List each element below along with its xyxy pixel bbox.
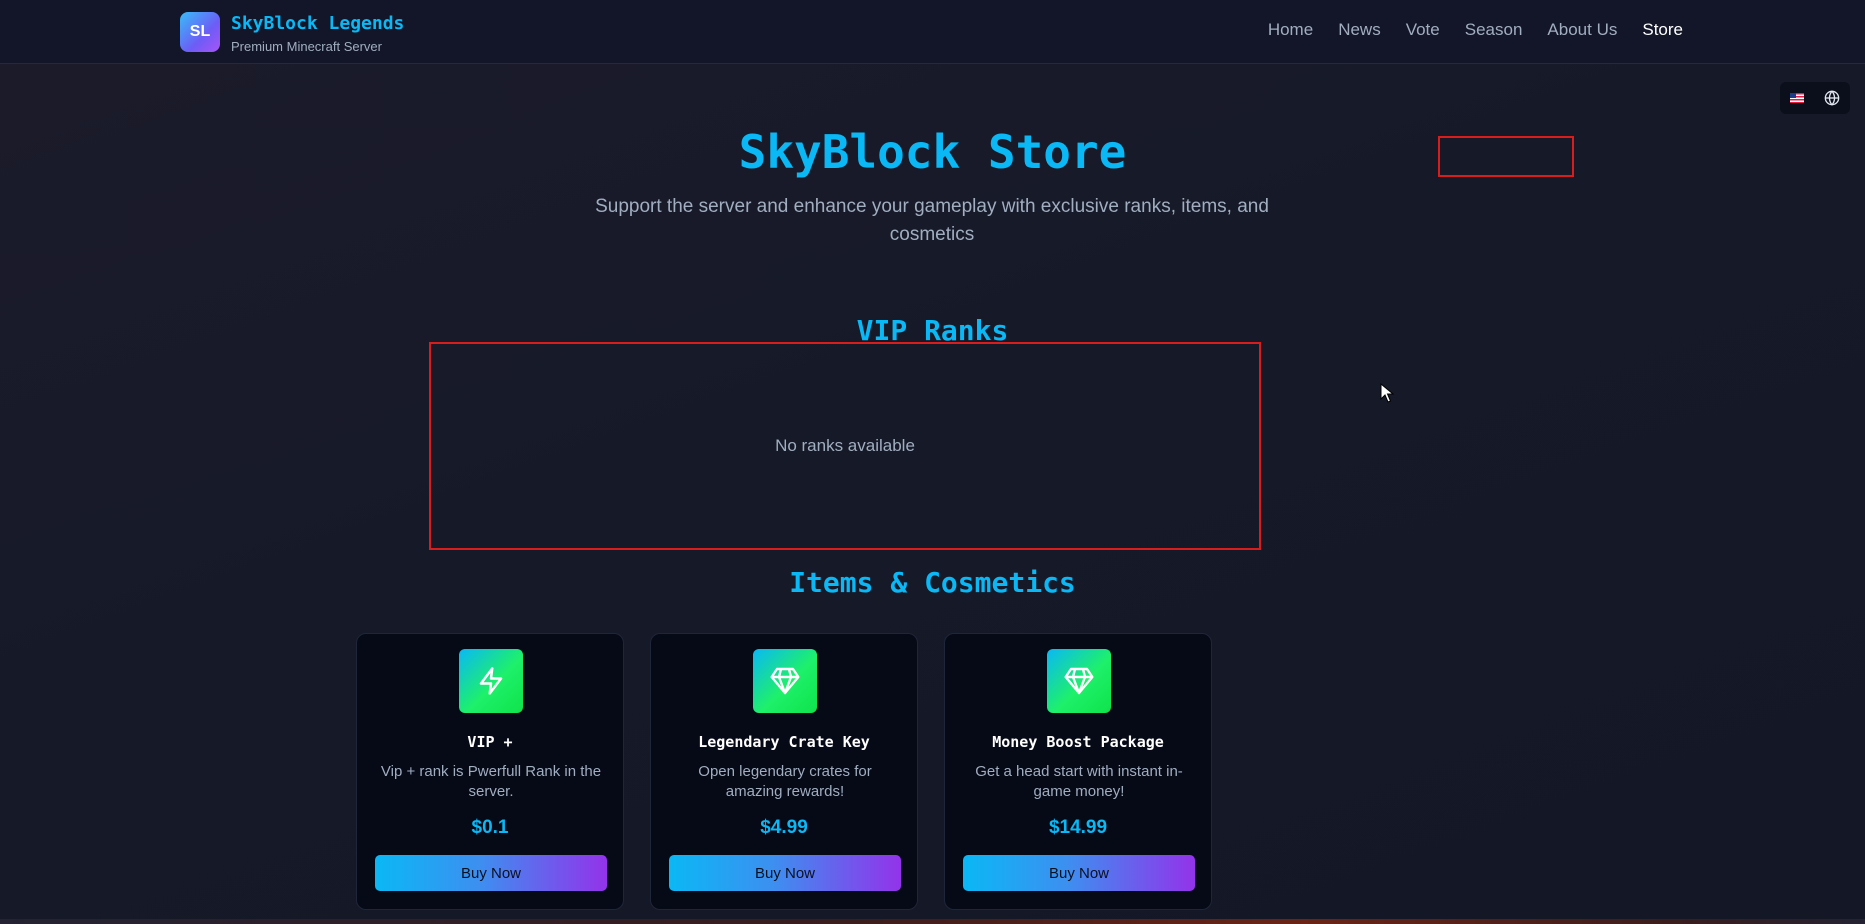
- no-ranks-message: No ranks available: [775, 436, 915, 455]
- item-description: Get a head start with instant in-game mo…: [975, 763, 1183, 800]
- buy-now-button[interactable]: Buy Now: [963, 855, 1195, 891]
- buy-now-button[interactable]: Buy Now: [669, 855, 901, 891]
- globe-icon[interactable]: [1824, 90, 1840, 106]
- page-title: SkyBlock Store: [738, 125, 1127, 179]
- item-description: Open legendary crates for amazing reward…: [698, 763, 872, 800]
- bottom-edge-strip: [0, 919, 1865, 924]
- logo-badge[interactable]: SL: [180, 12, 220, 52]
- brand-tagline: Premium Minecraft Server: [231, 39, 382, 54]
- brand-name[interactable]: SkyBlock Legends: [231, 13, 404, 34]
- language-switcher[interactable]: [1780, 82, 1850, 114]
- store-item-card: Money Boost Package Get a head start wit…: [944, 633, 1212, 910]
- item-name: Legendary Crate Key: [698, 733, 870, 751]
- nav-links: Home News Vote Season About Us Store: [1243, 20, 1683, 40]
- nav-link-about-us[interactable]: About Us: [1547, 20, 1617, 40]
- highlight-box-empty: [1438, 136, 1574, 177]
- buy-now-button[interactable]: Buy Now: [375, 855, 607, 891]
- lightning-icon: [459, 649, 523, 713]
- mouse-cursor-icon: [1380, 382, 1395, 408]
- items-cosmetics-heading: Items & Cosmetics: [789, 566, 1076, 599]
- nav-link-season[interactable]: Season: [1465, 20, 1523, 40]
- item-price: $14.99: [1048, 817, 1108, 838]
- item-name: Money Boost Package: [992, 733, 1164, 751]
- item-price: $4.99: [760, 817, 808, 838]
- us-flag-icon[interactable]: [1790, 93, 1804, 103]
- nav-link-store[interactable]: Store: [1642, 20, 1683, 40]
- store-item-card: Legendary Crate Key Open legendary crate…: [650, 633, 918, 910]
- store-item-card: VIP + Vip + rank is Pwerfull Rank in the…: [356, 633, 624, 910]
- diamond-icon: [1047, 649, 1111, 713]
- page-subtitle: Support the server and enhance your game…: [595, 196, 1269, 245]
- top-navbar: SL SkyBlock Legends Premium Minecraft Se…: [0, 0, 1865, 64]
- diamond-icon: [753, 649, 817, 713]
- ranks-empty-state: No ranks available: [429, 342, 1261, 550]
- item-price: $0.1: [471, 817, 509, 838]
- nav-link-vote[interactable]: Vote: [1406, 20, 1440, 40]
- nav-link-home[interactable]: Home: [1268, 20, 1313, 40]
- nav-link-news[interactable]: News: [1338, 20, 1381, 40]
- item-name: VIP +: [467, 733, 513, 751]
- item-description: Vip + rank is Pwerfull Rank in the serve…: [380, 763, 602, 800]
